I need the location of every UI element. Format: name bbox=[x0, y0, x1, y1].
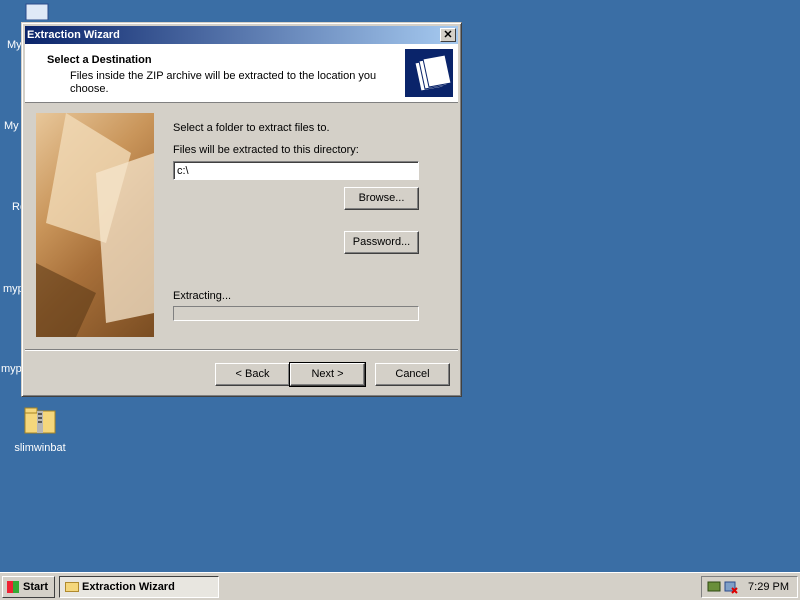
cancel-button[interactable]: Cancel bbox=[375, 363, 450, 386]
wizard-header: Select a Destination Files inside the ZI… bbox=[25, 44, 458, 103]
network-disconnected-icon[interactable] bbox=[724, 580, 738, 594]
extraction-progress-bar bbox=[173, 306, 419, 321]
desktop-label-1[interactable]: My bbox=[7, 39, 22, 51]
system-tray: 7:29 PM bbox=[701, 576, 798, 598]
header-title: Select a Destination bbox=[47, 54, 152, 66]
clock[interactable]: 7:29 PM bbox=[748, 581, 789, 593]
wizard-side-image bbox=[36, 113, 154, 337]
start-button[interactable]: Start bbox=[2, 576, 55, 598]
header-description: Files inside the ZIP archive will be ext… bbox=[70, 70, 377, 95]
folders-icon bbox=[405, 49, 453, 97]
browse-button[interactable]: Browse... bbox=[344, 187, 419, 210]
directory-label: Files will be extracted to this director… bbox=[173, 144, 359, 156]
windows-logo-icon bbox=[7, 581, 19, 593]
footer-separator bbox=[25, 349, 458, 351]
password-button[interactable]: Password... bbox=[344, 231, 419, 254]
extracting-label: Extracting... bbox=[173, 290, 232, 302]
destination-path-input[interactable] bbox=[173, 161, 419, 180]
taskbar: Start Extraction Wizard 7:29 PM bbox=[0, 572, 800, 600]
next-button[interactable]: Next > bbox=[289, 362, 366, 387]
close-button[interactable]: ✕ bbox=[440, 28, 456, 42]
close-icon: ✕ bbox=[443, 29, 453, 41]
computer-icon bbox=[25, 3, 49, 21]
taskbar-item-extraction-wizard[interactable]: Extraction Wizard bbox=[59, 576, 219, 598]
taskbar-item-label: Extraction Wizard bbox=[82, 581, 175, 593]
zip-icon-label: slimwinbat bbox=[14, 442, 66, 454]
desktop-icon-zip[interactable]: slimwinbat bbox=[8, 405, 72, 454]
folder-icon bbox=[65, 582, 79, 592]
desktop-label-5[interactable]: myp bbox=[1, 363, 22, 375]
back-button[interactable]: < Back bbox=[215, 363, 290, 386]
desktop-icon-my-documents[interactable] bbox=[24, 2, 54, 21]
network-icon[interactable] bbox=[707, 580, 721, 594]
window-title: Extraction Wizard bbox=[27, 29, 120, 41]
instruction-text: Select a folder to extract files to. bbox=[173, 122, 330, 134]
zip-folder-icon bbox=[24, 407, 56, 434]
desktop-label-2[interactable]: My bbox=[4, 120, 19, 132]
title-bar[interactable]: Extraction Wizard ✕ bbox=[25, 26, 458, 44]
start-label: Start bbox=[23, 581, 49, 593]
extraction-wizard-window: Extraction Wizard ✕ Select a Destination… bbox=[21, 22, 462, 397]
